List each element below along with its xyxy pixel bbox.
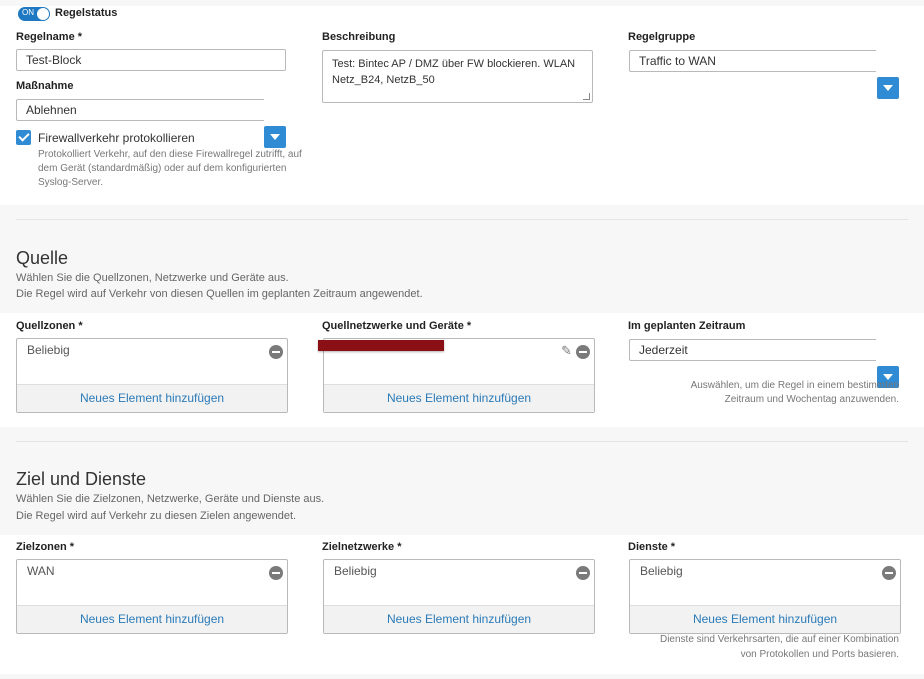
destination-zones-list: WAN [17,560,287,607]
source-zones-label: Quellzonen * [16,320,83,332]
rule-group-label: Regelgruppe [628,31,696,43]
source-zones-value: Beliebig [27,343,70,357]
services-help-1: Dienste sind Verkehrsarten, die auf eine… [659,634,899,645]
services-value: Beliebig [640,564,683,578]
rule-status-toggle[interactable]: ON [18,7,50,21]
band-bottom [0,674,924,679]
pencil-icon[interactable]: ✎ [561,344,572,358]
rule-group-dropdown-button[interactable] [877,77,899,99]
destination-zones-value: WAN [27,564,55,578]
destination-networks-value: Beliebig [334,564,377,578]
description-textarea[interactable]: Test: Bintec AP / DMZ über FW blockieren… [322,50,593,103]
destination-networks-label: Zielnetzwerke * [322,541,402,553]
source-zones-box: Beliebig Neues Element hinzufügen [16,338,288,413]
destination-networks-list: Beliebig [324,560,594,607]
destination-zones-label: Zielzonen * [16,541,75,553]
divider-destination [16,441,908,442]
redaction-bar [318,340,444,351]
source-zones-add-button[interactable]: Neues Element hinzufügen [17,384,287,412]
destination-zones-box: WAN Neues Element hinzufügen [16,559,288,634]
description-text: Test: Bintec AP / DMZ über FW blockieren… [332,58,576,86]
remove-icon[interactable] [882,566,896,580]
source-title: Quelle [16,248,69,268]
log-traffic-description: Protokolliert Verkehr, auf den diese Fir… [38,149,302,188]
services-label: Dienste * [628,541,676,553]
rule-group-select[interactable]: Traffic to WAN [629,50,876,72]
schedule-select[interactable]: Jederzeit [629,339,876,361]
destination-subtitle-2: Die Regel wird auf Verkehr zu diesen Zie… [16,510,297,522]
destination-networks-box: Beliebig Neues Element hinzufügen [323,559,595,634]
destination-subtitle-1: Wählen Sie die Zielzonen, Netzwerke, Ger… [16,493,325,505]
rule-status-label: Regelstatus [55,7,118,19]
destination-title: Ziel und Dienste [16,469,147,489]
schedule-help-2: Zeitraum und Wochentag anzuwenden. [724,394,899,405]
log-traffic-checkbox[interactable] [16,130,31,145]
source-networks-label: Quellnetzwerke und Geräte * [322,320,472,332]
remove-icon[interactable] [269,345,283,359]
source-zones-list: Beliebig [17,339,287,386]
schedule-help-1: Auswählen, um die Regel in einem bestimm… [690,380,899,391]
log-traffic-label: Firewallverkehr protokollieren [38,131,195,145]
rule-name-input[interactable]: Test-Block [16,49,286,71]
source-subtitle-1: Wählen Sie die Quellzonen, Netzwerke und… [16,272,289,284]
rule-name-label: Regelname * [16,31,83,43]
destination-zones-add-button[interactable]: Neues Element hinzufügen [17,605,287,633]
toggle-on-label: ON [22,8,34,17]
remove-icon[interactable] [576,566,590,580]
source-networks-add-button[interactable]: Neues Element hinzufügen [324,384,594,412]
resize-handle[interactable] [583,93,590,100]
action-label: Maßnahme [16,80,74,92]
services-add-button[interactable]: Neues Element hinzufügen [630,605,900,633]
schedule-label: Im geplanten Zeitraum [628,320,746,332]
destination-networks-add-button[interactable]: Neues Element hinzufügen [324,605,594,633]
services-box: Beliebig Neues Element hinzufügen [629,559,901,634]
remove-icon[interactable] [269,566,283,580]
action-select[interactable]: Ablehnen [16,99,264,121]
services-list: Beliebig [630,560,900,607]
remove-icon[interactable] [576,345,590,359]
toggle-knob [37,8,49,20]
source-subtitle-2: Die Regel wird auf Verkehr von diesen Qu… [16,288,423,300]
action-dropdown-button[interactable] [264,126,286,148]
divider-source [16,219,908,220]
band-top [0,0,924,6]
services-help-2: von Protokollen und Ports basieren. [740,649,899,660]
description-label: Beschreibung [322,31,396,43]
